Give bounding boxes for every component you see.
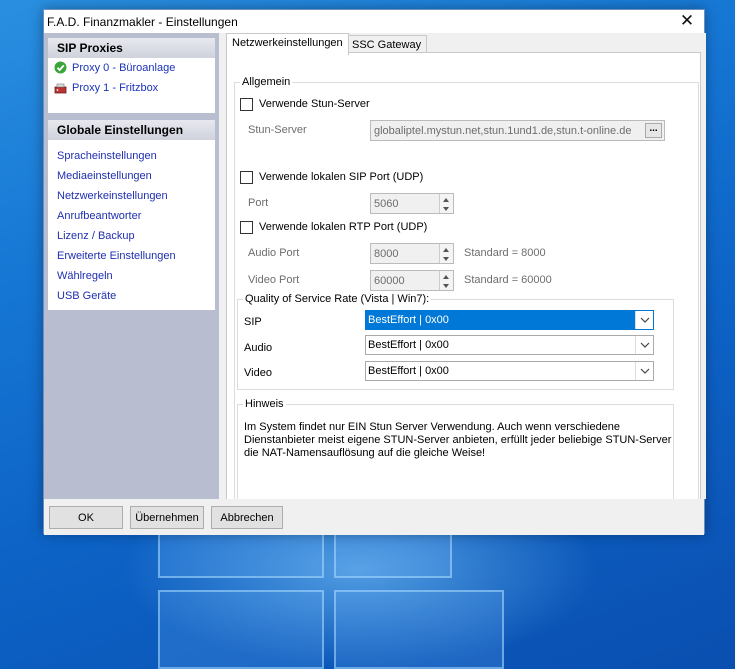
global-settings-box: Globale Einstellungen Spracheinstellunge…: [48, 120, 215, 310]
check-icon: [54, 61, 67, 74]
qos-audio-select[interactable]: BestEffort | 0x00: [365, 335, 654, 355]
qos-video-value: BestEffort | 0x00: [368, 365, 449, 377]
proxy-item-1[interactable]: Proxy 1 - Fritzbox: [48, 78, 215, 98]
button-bar: OK Übernehmen Abbrechen: [44, 499, 704, 535]
main-panel: Netzwerkeinstellungen SSC Gateway Allgem…: [219, 33, 706, 501]
video-port-label: Video Port: [248, 274, 300, 286]
spin-up-icon: [443, 275, 449, 279]
qos-video-select[interactable]: BestEffort | 0x00: [365, 361, 654, 381]
tab-netzwerkeinstellungen[interactable]: Netzwerkeinstellungen: [226, 33, 349, 55]
rtp-port-checkbox[interactable]: [240, 221, 253, 234]
title-bar: F.A.D. Finanzmakler - Einstellungen ✕: [44, 10, 704, 33]
hint-legend: Hinweis: [243, 398, 286, 410]
rtp-port-checkbox-label: Verwende lokalen RTP Port (UDP): [259, 221, 428, 233]
close-icon[interactable]: ✕: [670, 10, 704, 33]
chevron-down-icon: [635, 336, 653, 354]
audio-port-field[interactable]: 8000: [370, 243, 454, 264]
general-group: Allgemein Verwende Stun-Server Stun-Serv…: [234, 76, 699, 501]
windows-logo-pane: [158, 590, 324, 669]
chevron-down-icon: [635, 362, 653, 380]
sidebar: SIP Proxies Proxy 0 - Büroanlage Proxy 1…: [44, 33, 219, 499]
stun-checkbox[interactable]: [240, 98, 253, 111]
nav-link-lizenz-backup[interactable]: Lizenz / Backup: [48, 226, 215, 246]
proxy-label: Proxy 1 - Fritzbox: [72, 82, 159, 94]
qos-video-label: Video: [244, 367, 272, 379]
stun-checkbox-label: Verwende Stun-Server: [259, 98, 370, 110]
sip-port-checkbox-label: Verwende lokalen SIP Port (UDP): [259, 171, 424, 183]
audio-standard-label: Standard = 8000: [464, 247, 546, 259]
nav-link-waehlregeln[interactable]: Wählregeln: [48, 266, 215, 286]
qos-audio-value: BestEffort | 0x00: [368, 339, 449, 351]
video-port-value: 60000: [374, 275, 405, 287]
window-title: F.A.D. Finanzmakler - Einstellungen: [47, 15, 238, 29]
proxy-item-0[interactable]: Proxy 0 - Büroanlage: [48, 58, 215, 78]
proxy-label: Proxy 0 - Büroanlage: [72, 62, 176, 74]
qos-sip-label: SIP: [244, 316, 262, 328]
nav-link-usb-geraete[interactable]: USB Geräte: [48, 286, 215, 306]
sip-proxies-box: SIP Proxies Proxy 0 - Büroanlage Proxy 1…: [48, 38, 215, 113]
browse-button[interactable]: ...: [645, 123, 662, 138]
general-legend: Allgemein: [240, 76, 293, 88]
spin-down-icon: [443, 284, 449, 288]
qos-sip-value: BestEffort | 0x00: [368, 314, 449, 326]
port-value: 5060: [374, 198, 399, 210]
qos-sip-select[interactable]: BestEffort | 0x00: [365, 310, 654, 330]
spin-down-icon: [443, 207, 449, 211]
nav-link-netzwerkeinstellungen[interactable]: Netzwerkeinstellungen: [48, 186, 215, 206]
port-spinner[interactable]: [439, 194, 453, 213]
port-field[interactable]: 5060: [370, 193, 454, 214]
windows-logo-pane: [334, 590, 504, 669]
audio-port-value: 8000: [374, 248, 399, 260]
audio-port-spinner[interactable]: [439, 244, 453, 263]
stun-server-value: globaliptel.mystun.net,stun.1und1.de,stu…: [374, 125, 632, 137]
qos-legend: Quality of Service Rate (Vista | Win7):: [243, 293, 432, 305]
video-port-spinner[interactable]: [439, 271, 453, 290]
sip-port-checkbox[interactable]: [240, 171, 253, 184]
video-port-field[interactable]: 60000: [370, 270, 454, 291]
audio-port-label: Audio Port: [248, 247, 300, 259]
port-label: Port: [248, 197, 269, 209]
apply-button[interactable]: Übernehmen: [130, 506, 204, 529]
windows-logo-pane: [334, 534, 452, 578]
nav-link-mediaeinstellungen[interactable]: Mediaeinstellungen: [48, 166, 215, 186]
nav-link-erweiterte-einstellungen[interactable]: Erweiterte Einstellungen: [48, 246, 215, 266]
router-icon: [54, 83, 67, 94]
spin-up-icon: [443, 248, 449, 252]
cancel-button[interactable]: Abbrechen: [211, 506, 283, 529]
spin-down-icon: [443, 257, 449, 261]
tab-content: Allgemein Verwende Stun-Server Stun-Serv…: [226, 52, 701, 501]
spin-up-icon: [443, 198, 449, 202]
ok-button[interactable]: OK: [49, 506, 123, 529]
stun-server-label: Stun-Server: [248, 124, 307, 136]
sip-proxies-header: SIP Proxies: [48, 38, 215, 58]
nav-link-anrufbeantworter[interactable]: Anrufbeantworter: [48, 206, 215, 226]
video-standard-label: Standard = 60000: [464, 274, 552, 286]
nav-link-spracheinstellungen[interactable]: Spracheinstellungen: [48, 146, 215, 166]
qos-audio-label: Audio: [244, 342, 273, 354]
chevron-down-icon: [635, 311, 653, 329]
hint-text: Im System findet nur EIN Stun Server Ver…: [244, 421, 672, 459]
qos-group: Quality of Service Rate (Vista | Win7): …: [237, 293, 674, 390]
stun-server-field[interactable]: globaliptel.mystun.net,stun.1und1.de,stu…: [370, 120, 665, 141]
windows-logo-pane: [158, 534, 324, 578]
global-settings-header: Globale Einstellungen: [48, 120, 215, 140]
settings-window: F.A.D. Finanzmakler - Einstellungen ✕ SI…: [43, 9, 706, 535]
hint-group: Hinweis Im System findet nur EIN Stun Se…: [237, 398, 674, 501]
